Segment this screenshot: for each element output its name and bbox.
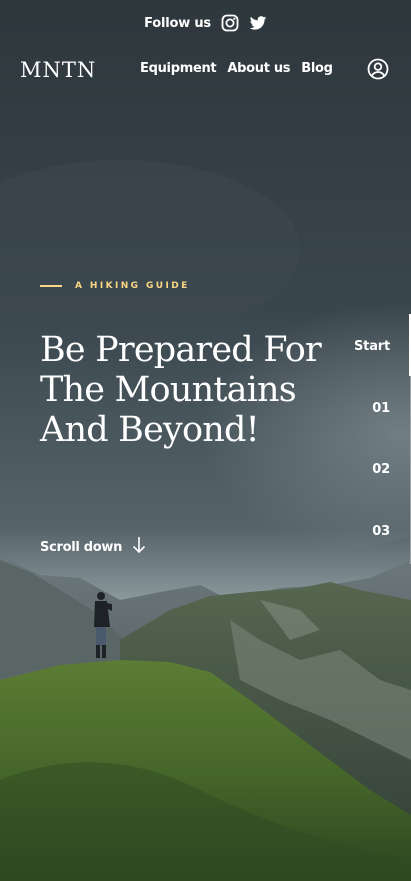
pager-item-03[interactable]: 03 [372,524,390,539]
scroll-down-button[interactable]: Scroll down [40,536,146,558]
follow-us-bar: Follow us [0,14,411,32]
hero-section: Follow us MNTN Equipment About us Blog A… [0,0,411,881]
tagline-accent-line [40,285,62,287]
arrow-down-icon [132,536,146,558]
pager-item-02[interactable]: 02 [372,462,390,477]
scroll-down-label: Scroll down [40,539,123,555]
main-nav: Equipment About us Blog [140,61,333,76]
pager-item-start[interactable]: Start [354,339,390,354]
nav-item-equipment[interactable]: Equipment [140,61,217,76]
hero-title: Be Prepared For The Mountains And Beyond… [40,330,322,450]
hero-tagline: A HIKING GUIDE [40,281,190,291]
twitter-icon[interactable] [249,14,267,32]
site-logo[interactable]: MNTN [20,58,96,82]
instagram-icon[interactable] [221,14,239,32]
nav-item-blog[interactable]: Blog [301,61,333,76]
nav-item-about-us[interactable]: About us [227,61,290,76]
tagline-text: A HIKING GUIDE [75,281,190,291]
follow-us-label: Follow us [144,15,211,31]
user-circle-icon[interactable] [367,58,389,80]
pager-item-01[interactable]: 01 [372,401,390,416]
